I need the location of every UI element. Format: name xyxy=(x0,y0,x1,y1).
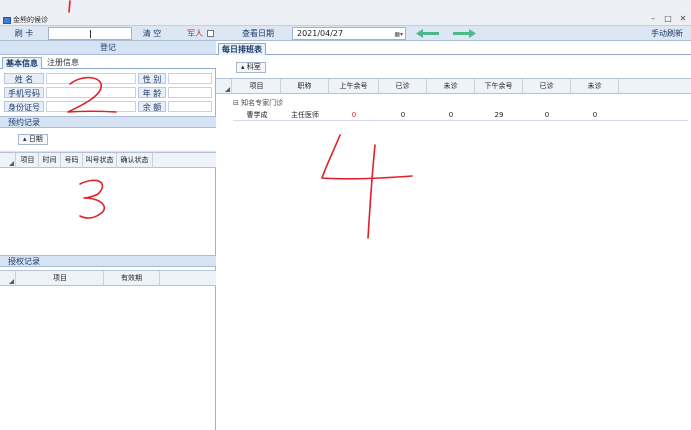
view-date-value: 2021/04/27 xyxy=(297,29,344,38)
cell-am-seen: 0 xyxy=(400,111,406,119)
card-label: 刷 卡 xyxy=(14,29,34,38)
gender-label: 性 别 xyxy=(138,73,166,84)
clear-button[interactable]: 清 空 xyxy=(134,27,170,40)
tab-registration-info[interactable]: 注册信息 xyxy=(44,57,82,69)
column-header[interactable]: 时间 xyxy=(39,153,61,168)
next-day-button[interactable] xyxy=(451,28,477,39)
cell-doctor-name: 曹学成 xyxy=(246,111,268,119)
grid-corner-icon xyxy=(216,79,232,94)
left-panel: 登记 基本信息 注册信息 姓 名 性 别 手机号码 年 龄 身份证号 余 额 预… xyxy=(0,41,216,430)
grid-corner-icon xyxy=(0,271,16,286)
authorization-records-header: 授权记录 xyxy=(0,255,216,267)
authorization-grid-header: 项目 有效期 xyxy=(0,270,216,286)
column-header[interactable]: 下午余号 xyxy=(475,79,523,94)
schedule-tabs: 每日排班表 xyxy=(216,41,691,55)
appointment-group-area: ▴ 日期 xyxy=(0,128,216,152)
column-header[interactable]: 已诊 xyxy=(379,79,427,94)
toolbar: 刷 卡 清 空 军人 查看日期 2021/04/27 ▦▾ 手动刷新 xyxy=(0,26,691,41)
cell-pm-waiting: 0 xyxy=(592,111,598,119)
cell-pm-seen: 0 xyxy=(544,111,550,119)
calendar-dropdown-icon[interactable]: ▦▾ xyxy=(394,29,403,40)
phone-field[interactable] xyxy=(46,87,136,98)
column-header[interactable]: 未诊 xyxy=(571,79,619,94)
schedule-grid-header: 项目 职称 上午余号 已诊 未诊 下午余号 已诊 未诊 xyxy=(216,78,691,94)
military-checkbox[interactable] xyxy=(207,30,214,37)
column-header[interactable]: 项目 xyxy=(17,271,104,286)
balance-label: 余 额 xyxy=(138,101,166,112)
group-row-expert-clinic[interactable]: ⊟ 知名专家门诊 xyxy=(233,97,688,109)
appointment-grid-header: 项目 时间 号码 叫号状态 确认状态 xyxy=(0,152,216,168)
column-header[interactable]: 已诊 xyxy=(523,79,571,94)
minimize-icon[interactable]: – xyxy=(646,13,660,24)
age-label: 年 龄 xyxy=(138,87,166,98)
column-header[interactable]: 号码 xyxy=(61,153,83,168)
view-date-label: 查看日期 xyxy=(242,29,274,38)
column-header[interactable]: 职称 xyxy=(281,79,329,94)
tab-daily-schedule[interactable]: 每日排班表 xyxy=(218,43,266,55)
collapse-icon[interactable]: ⊟ xyxy=(233,99,241,107)
column-header[interactable]: 未诊 xyxy=(427,79,475,94)
name-label: 姓 名 xyxy=(4,73,44,84)
column-header[interactable]: 项目 xyxy=(233,79,281,94)
phone-label: 手机号码 xyxy=(4,87,44,98)
schedule-group-area: ▴ 科室 xyxy=(216,55,691,79)
table-row[interactable]: 曹学成 主任医师 0 0 0 29 0 0 xyxy=(233,110,688,121)
view-date-picker[interactable]: 2021/04/27 ▦▾ xyxy=(292,27,406,40)
close-icon[interactable]: ✕ xyxy=(676,13,690,24)
name-field[interactable] xyxy=(46,73,136,84)
column-header[interactable]: 上午余号 xyxy=(329,79,379,94)
register-button[interactable]: 登记 xyxy=(0,41,216,55)
column-header[interactable]: 有效期 xyxy=(104,271,160,286)
arrow-right-icon xyxy=(453,29,476,38)
right-panel: 每日排班表 ▴ 科室 项目 职称 上午余号 已诊 未诊 下午余号 已诊 未诊 ⊟… xyxy=(216,41,691,430)
maximize-icon[interactable]: □ xyxy=(661,13,675,24)
age-field[interactable] xyxy=(168,87,212,98)
id-number-label: 身份证号 xyxy=(4,101,44,112)
grid-corner-icon xyxy=(0,153,16,168)
group-chip-department[interactable]: ▴ 科室 xyxy=(236,62,266,73)
card-input[interactable] xyxy=(48,27,132,40)
cell-am-waiting: 0 xyxy=(448,111,454,119)
arrow-left-icon xyxy=(416,29,439,38)
military-label: 军人 xyxy=(187,29,203,38)
title-bar: 金熊的候诊 – □ ✕ xyxy=(0,0,691,26)
info-tabs: 基本信息 注册信息 xyxy=(0,55,216,69)
gender-field[interactable] xyxy=(168,73,212,84)
group-chip-date[interactable]: ▴ 日期 xyxy=(18,134,48,145)
tab-basic-info[interactable]: 基本信息 xyxy=(2,57,42,69)
app-icon xyxy=(3,17,11,24)
cell-pm-remaining: 29 xyxy=(494,111,504,119)
column-header[interactable]: 叫号状态 xyxy=(83,153,117,168)
balance-field[interactable] xyxy=(168,101,212,112)
column-header[interactable]: 项目 xyxy=(17,153,39,168)
column-header[interactable]: 确认状态 xyxy=(117,153,153,168)
manual-refresh-button[interactable]: 手动刷新 xyxy=(644,27,690,40)
cell-title: 主任医师 xyxy=(291,111,319,119)
window-title: 金熊的候诊 xyxy=(13,16,48,24)
prev-day-button[interactable] xyxy=(415,28,441,39)
cell-am-remaining: 0 xyxy=(351,111,357,119)
appointment-records-header: 预约记录 xyxy=(0,116,216,128)
id-number-field[interactable] xyxy=(46,101,136,112)
